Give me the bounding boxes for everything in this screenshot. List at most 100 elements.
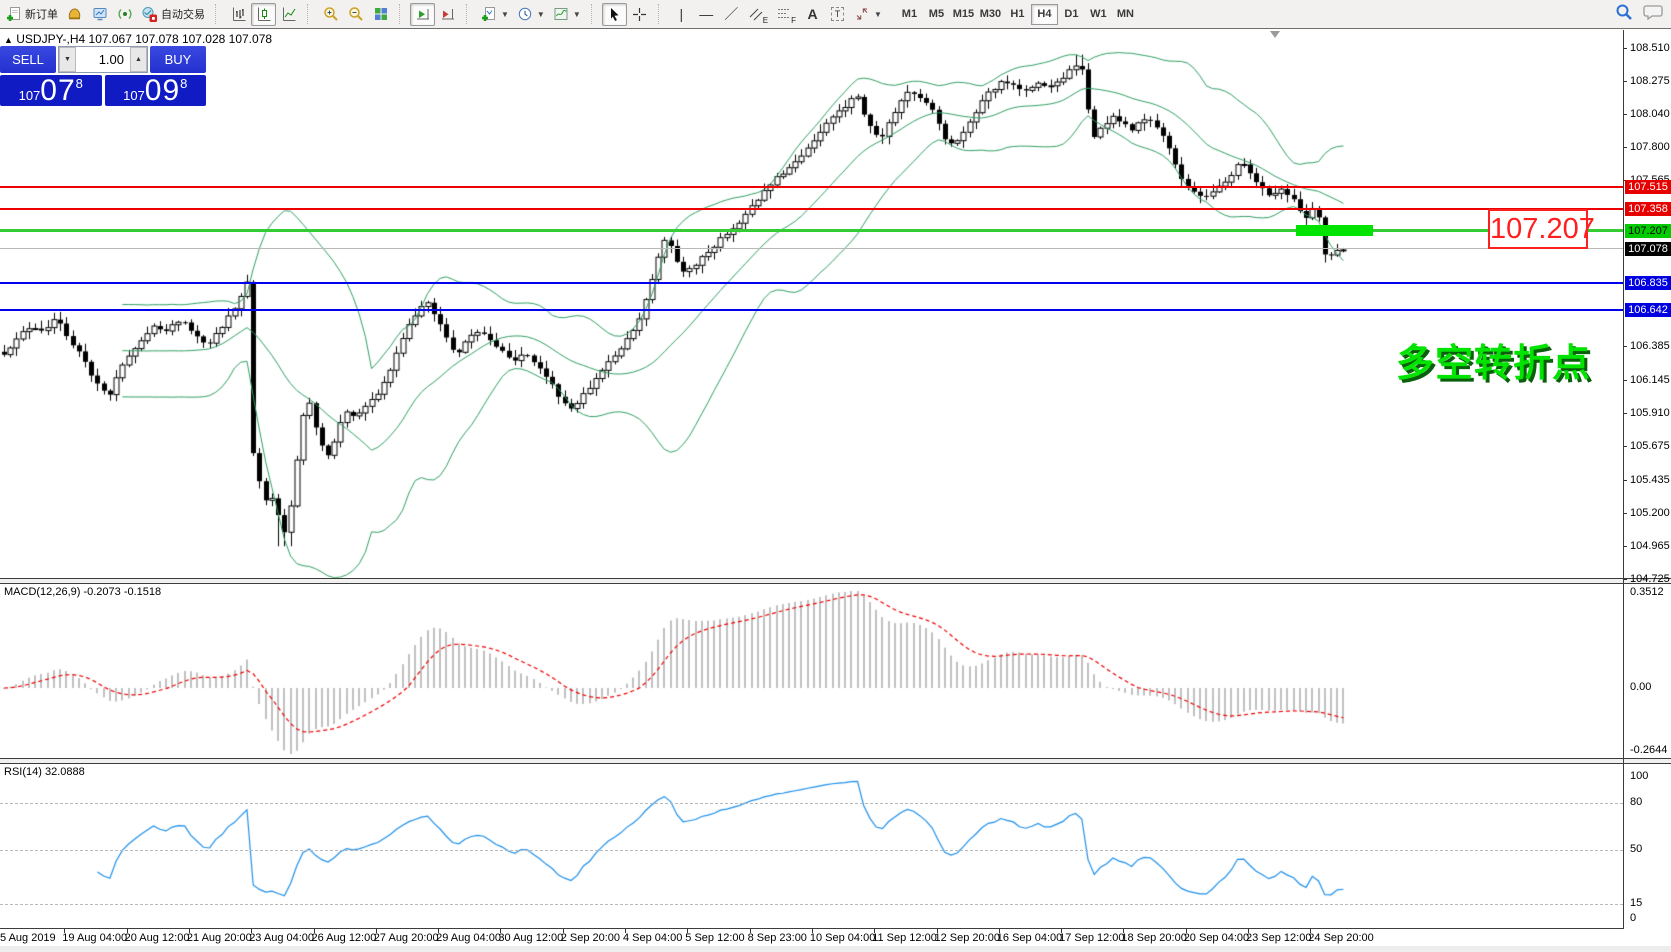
timeframe-button-m5[interactable]: M5 (923, 4, 950, 25)
current-price-line (0, 248, 1623, 249)
timeframe-button-m30[interactable]: M30 (977, 4, 1004, 25)
ohlc-values: 107.067 107.078 107.028 107.078 (89, 32, 273, 46)
equidistant-channel-icon (748, 6, 764, 22)
hline-107.515[interactable] (0, 186, 1623, 188)
templates-button[interactable]: ▼ (549, 3, 585, 26)
vertical-line-button[interactable]: | (669, 3, 694, 26)
macd-axis-max: 0.3512 (1630, 586, 1664, 598)
volume-input[interactable]: 1.00 (76, 47, 130, 72)
history-button[interactable] (62, 3, 87, 26)
time-tick-label: 19 Aug 04:00 (62, 932, 127, 944)
price-tick-label: 108.510 (1630, 42, 1670, 54)
text-button[interactable]: A (800, 3, 825, 26)
hline-106.835[interactable] (0, 282, 1623, 284)
volume-stepper: ▼ 1.00 ▲ (58, 46, 148, 73)
macd-canvas[interactable] (0, 584, 1623, 759)
indicators-button[interactable]: ▼ (477, 3, 513, 26)
chat-icon[interactable] (1643, 4, 1663, 21)
timeframe-button-h4[interactable]: H4 (1031, 4, 1058, 25)
horizontal-line-button[interactable]: — (694, 3, 719, 26)
time-tick-label: 18 Sep 20:00 (1121, 932, 1186, 944)
new-order-button[interactable]: 新订单 (2, 3, 62, 26)
volume-decrease-button[interactable]: ▼ (59, 47, 76, 72)
search-icon[interactable] (1615, 3, 1633, 21)
candlestick-chart-button[interactable] (251, 3, 276, 26)
turning-point-annotation[interactable]: 多空转折点 (1396, 332, 1591, 387)
hline-107.358[interactable] (0, 208, 1623, 210)
dropdown-caret-icon: ▼ (501, 10, 509, 19)
price-axis-flag-107.078: 107.078 (1625, 242, 1671, 256)
text-icon: A (807, 7, 817, 21)
timeframe-button-m15[interactable]: M15 (950, 4, 977, 25)
zoom-out-icon (348, 6, 364, 22)
price-callout-label[interactable]: 107.207 (1488, 209, 1588, 249)
volume-increase-button[interactable]: ▲ (130, 47, 147, 72)
panel-collapse-icon[interactable]: ▲ (4, 35, 13, 45)
horizontal-line-icon: — (699, 7, 713, 21)
time-tick-label: 29 Aug 04:00 (436, 932, 501, 944)
sell-price-bigfigure: 107 (19, 88, 41, 103)
rsi-gridline-80 (0, 803, 1623, 804)
signals-button[interactable] (112, 3, 137, 26)
symbol-period-label: USDJPY-,H4 (16, 32, 85, 46)
trendline-button[interactable]: ／ (719, 3, 744, 26)
cursor-icon (607, 7, 621, 22)
channel-button[interactable]: E (744, 3, 772, 26)
rsi-canvas[interactable] (0, 764, 1623, 928)
time-tick-label: 5 Sep 12:00 (685, 932, 744, 944)
time-tick-label: 5 Aug 2019 (0, 932, 56, 944)
cursor-button[interactable] (602, 3, 627, 26)
tile-windows-button[interactable] (368, 3, 393, 26)
price-tick-label: 104.965 (1630, 540, 1670, 552)
time-tick-label: 24 Sep 20:00 (1308, 932, 1373, 944)
chart-shift-marker[interactable] (1270, 31, 1280, 38)
bar-chart-icon (231, 6, 247, 22)
timeframe-button-d1[interactable]: D1 (1058, 4, 1085, 25)
timeframe-button-mn[interactable]: MN (1112, 4, 1139, 25)
bar-chart-button[interactable] (226, 3, 251, 26)
crosshair-button[interactable] (627, 3, 652, 26)
price-tick-mark (1623, 81, 1627, 82)
charts-button[interactable] (87, 3, 112, 26)
price-tick-label: 104.725 (1630, 573, 1670, 585)
support-highlight-bar[interactable] (1296, 225, 1373, 236)
time-tick-label: 10 Sep 04:00 (810, 932, 875, 944)
autotrading-button[interactable]: 自动交易 (137, 3, 209, 26)
rsi-axis-label-15: 15 (1630, 897, 1642, 909)
label-button[interactable]: T (825, 3, 850, 26)
timeframe-button-m1[interactable]: M1 (896, 4, 923, 25)
price-tick-mark (1623, 579, 1627, 580)
chart-shift-icon (440, 6, 456, 22)
zoom-in-button[interactable] (318, 3, 343, 26)
new-order-icon (6, 6, 22, 22)
fibonacci-letter: F (791, 16, 796, 25)
chart-shift-button[interactable] (435, 3, 460, 26)
buy-button[interactable]: BUY (150, 46, 206, 73)
zoom-out-button[interactable] (343, 3, 368, 26)
price-axis-flag-107.515: 107.515 (1625, 180, 1671, 194)
sell-button[interactable]: SELL (0, 46, 56, 73)
toolbar-separator (215, 4, 222, 24)
timeframe-button-h1[interactable]: H1 (1004, 4, 1031, 25)
line-chart-button[interactable] (276, 3, 301, 26)
price-tick-mark (1623, 413, 1627, 414)
sell-price-display[interactable]: 107 07 8 (0, 75, 102, 106)
hline-107.207[interactable] (0, 229, 1623, 232)
periods-button[interactable]: ▼ (513, 3, 549, 26)
time-tick-label: 23 Sep 12:00 (1246, 932, 1311, 944)
price-tick-mark (1623, 446, 1627, 447)
vertical-line-icon: | (679, 7, 683, 21)
timeframe-button-w1[interactable]: W1 (1085, 4, 1112, 25)
arrows-button[interactable]: ▼ (850, 3, 886, 26)
price-chart-canvas[interactable] (0, 30, 1623, 579)
buy-price-display[interactable]: 107 09 8 (105, 75, 207, 106)
auto-scroll-button[interactable] (410, 3, 435, 26)
hline-106.642[interactable] (0, 309, 1623, 311)
sell-price-pipette: 8 (76, 76, 83, 91)
buy-price-bigfigure: 107 (123, 88, 145, 103)
fibonacci-button[interactable]: F (772, 3, 800, 26)
channel-letter: E (763, 16, 768, 25)
rsi-label: RSI(14) 32.0888 (4, 766, 85, 778)
dropdown-caret-icon: ▼ (537, 10, 545, 19)
price-tick-mark (1623, 114, 1627, 115)
